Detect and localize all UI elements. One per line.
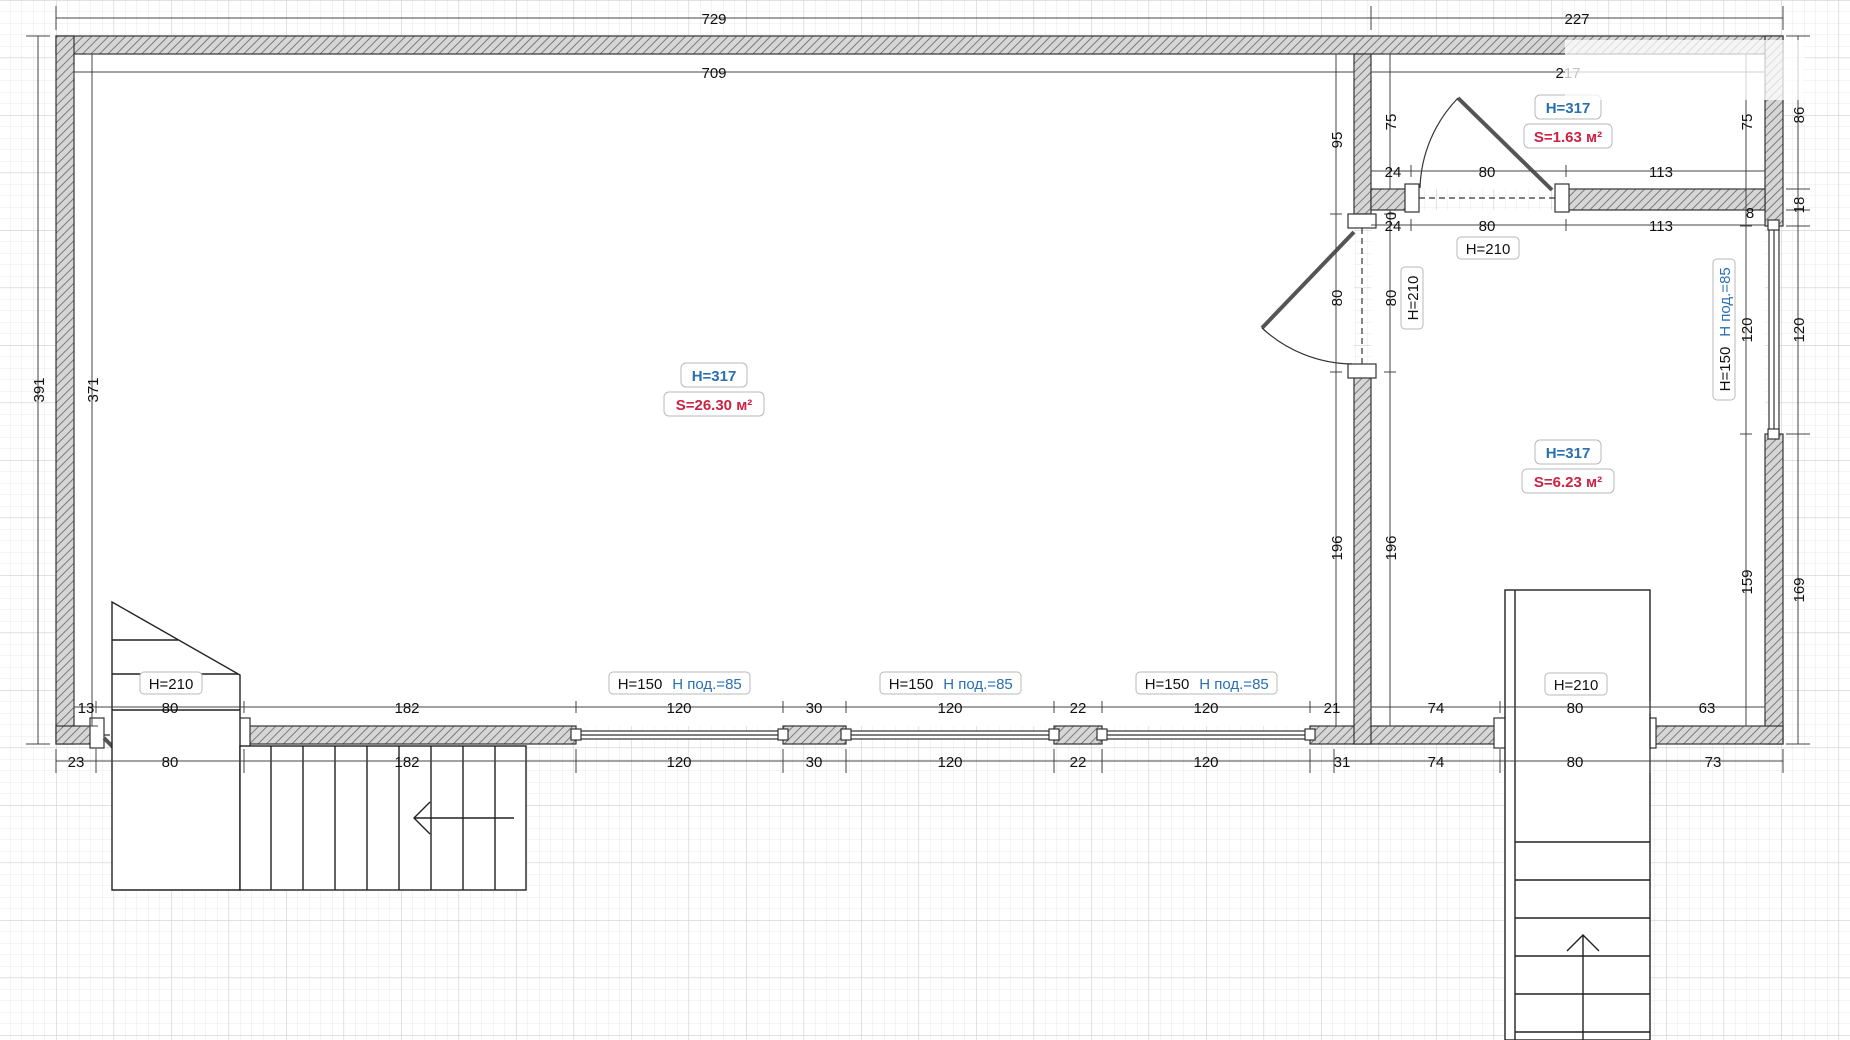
dim-top-outer-right: 227 [1564, 11, 1589, 28]
wall-bottom-seg [243, 725, 577, 745]
dim-right-bottom-inner: 159 [1739, 569, 1756, 594]
room-area-label: S=6.23 м² [1534, 474, 1602, 491]
dim-left-inner: 371 [85, 377, 102, 402]
window-height-text: H=150 [889, 676, 934, 693]
dim-left-outer: 391 [31, 377, 48, 402]
dim-bottom-inner: 80 [1567, 700, 1584, 717]
window-height-text: H=150 [618, 676, 663, 693]
dim-bottom-outer: 120 [666, 754, 691, 771]
wall-top [55, 35, 1784, 55]
wall-bottom-seg [782, 725, 847, 745]
dim-bottom-inner: 21 [1324, 700, 1341, 717]
dim-bottom-inner: 74 [1428, 700, 1445, 717]
window-label[interactable]: H=150 Н под.=85 [1712, 258, 1736, 401]
door-label[interactable]: H=210 [1400, 266, 1424, 330]
dim-bottom-outer: 23 [68, 754, 85, 771]
wall-bottom-seg [1309, 725, 1501, 745]
dim-bottom-inner: 22 [1070, 700, 1087, 717]
dim-partition-top: 95 [1329, 132, 1346, 149]
door-height-text: H=210 [149, 676, 194, 693]
dim-small-bottom-3: 113 [1649, 218, 1673, 235]
dim-right-window: 120 [1791, 317, 1808, 342]
door-label[interactable]: H=210 [1544, 672, 1608, 696]
room-height-label: H=317 [1546, 445, 1591, 462]
dim-small-room-left: 75 [1383, 114, 1400, 131]
window-sill-text: Н под.=85 [943, 676, 1013, 693]
dim-bottom-inner: 80 [162, 700, 179, 717]
window-label[interactable]: H=150 Н под.=85 [608, 671, 751, 695]
wall-left [55, 35, 75, 745]
dim-small-room-8: 8 [1746, 205, 1754, 222]
dim-partition-door-right: 80 [1383, 290, 1400, 307]
dim-right-bottom: 169 [1791, 577, 1808, 602]
stairs-right [1504, 589, 1651, 1040]
dim-right-top: 86 [1791, 107, 1808, 124]
window-sill-text: Н под.=85 [672, 676, 742, 693]
dim-bottom-outer: 73 [1705, 754, 1722, 771]
dim-bottom-inner: 13 [78, 700, 95, 717]
room-height-label: H=317 [692, 368, 737, 385]
corner-overlay [1565, 40, 1805, 100]
dim-bottom-outer: 80 [162, 754, 179, 771]
dim-bottom-inner: 120 [666, 700, 691, 717]
room-area-label: S=26.30 м² [676, 397, 753, 414]
dim-bottom-outer: 31 [1334, 754, 1351, 771]
dim-small-bottom-2: 80 [1479, 218, 1496, 235]
dim-bottom-inner: 120 [1193, 700, 1218, 717]
dim-bottom-outer: 74 [1428, 754, 1445, 771]
window-label[interactable]: H=150 Н под.=85 [879, 671, 1022, 695]
dim-partition-door: 80 [1329, 290, 1346, 307]
room-area-label: S=1.63 м² [1534, 129, 1602, 146]
window-sill-text: Н под.=85 [1717, 267, 1734, 337]
dim-partition-bottom: 196 [1329, 535, 1346, 560]
dim-small-top-3: 113 [1649, 164, 1673, 181]
door-label[interactable]: H=210 [1456, 236, 1520, 260]
door-height-text: H=210 [1466, 241, 1511, 258]
partition-lower [1353, 371, 1372, 745]
dim-right-18: 18 [1791, 197, 1808, 214]
floor-plan-canvas: 729 227 709 217 391 371 86 75 18 120 120… [0, 0, 1850, 1040]
dim-top-inner-main: 709 [701, 65, 726, 82]
door-height-text: H=210 [1554, 677, 1599, 694]
dim-right-top-inner: 75 [1739, 114, 1756, 131]
dim-small-bottom-1: 24 [1385, 218, 1402, 235]
window-label[interactable]: H=150 Н под.=85 [1135, 671, 1278, 695]
partition-upper [1353, 53, 1372, 215]
dim-bottom-inner: 30 [806, 700, 823, 717]
dim-top-outer-left: 729 [701, 11, 726, 28]
room-height-label: H=317 [1546, 100, 1591, 117]
dim-small-top-2: 80 [1479, 164, 1496, 181]
wall-right-lower [1764, 433, 1784, 745]
dim-bottom-inner: 63 [1699, 700, 1716, 717]
dim-bottom-outer: 182 [394, 754, 419, 771]
wall-bottom-seg [1649, 725, 1784, 745]
dim-bottom-outer: 80 [1567, 754, 1584, 771]
dim-bottom-outer: 30 [806, 754, 823, 771]
dim-bottom-outer: 120 [937, 754, 962, 771]
window-height-text: H=150 [1717, 347, 1734, 392]
dim-small-top-1: 24 [1385, 164, 1402, 181]
wall-bottom-seg [1053, 725, 1103, 745]
dim-bottom-outer: 120 [1193, 754, 1218, 771]
window-height-text: H=150 [1145, 676, 1190, 693]
door-label[interactable]: H=210 [139, 671, 203, 695]
dim-bottom-inner: 120 [937, 700, 962, 717]
dim-right-window-inner: 120 [1739, 317, 1756, 342]
dim-bottom-inner: 182 [394, 700, 419, 717]
door-height-text: H=210 [1405, 276, 1422, 321]
small-room-wall-seg [1565, 188, 1766, 211]
dim-partition-bottom-right: 196 [1383, 535, 1400, 560]
window-sill-text: Н под.=85 [1199, 676, 1269, 693]
dim-bottom-outer: 22 [1070, 754, 1087, 771]
